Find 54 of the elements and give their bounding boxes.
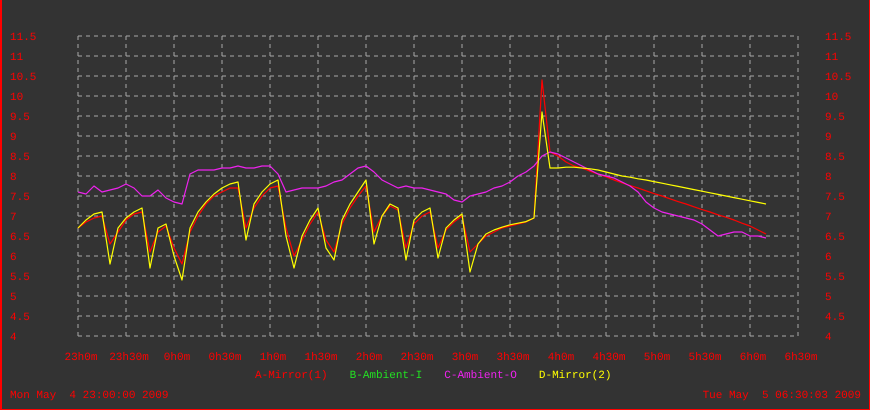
y-axis-label: 5 bbox=[10, 292, 17, 304]
y-axis-label: 11 bbox=[10, 52, 24, 64]
y-axis-label: 6 bbox=[825, 252, 832, 264]
x-axis-label: 23h0m bbox=[64, 352, 98, 364]
y-axis-label: 8.5 bbox=[825, 152, 845, 164]
legend-label: A-Mirror(1) bbox=[255, 368, 328, 384]
y-axis-label: 8.5 bbox=[10, 152, 30, 164]
y-axis-label: 7 bbox=[825, 212, 832, 224]
y-axis-label: 4 bbox=[10, 332, 17, 344]
x-axis-label: 4h0m bbox=[548, 352, 574, 364]
legend-label: B-Ambient-I bbox=[350, 368, 422, 384]
y-axis-label: 4.5 bbox=[825, 312, 845, 324]
y-axis-label: 10.5 bbox=[825, 72, 852, 84]
y-axis-label: 8 bbox=[10, 172, 17, 184]
y-axis-label: 7.5 bbox=[10, 192, 30, 204]
y-axis-label: 9.5 bbox=[10, 112, 30, 124]
x-axis-label: 1h30m bbox=[304, 352, 338, 364]
y-axis-label: 6 bbox=[10, 252, 17, 264]
y-axis-label: 4 bbox=[825, 332, 832, 344]
x-axis-label: 5h0m bbox=[644, 352, 670, 364]
y-axis-label: 7 bbox=[10, 212, 17, 224]
y-axis-label: 9 bbox=[10, 132, 17, 144]
y-axis-label: 5.5 bbox=[825, 272, 845, 284]
x-axis-label: 23h30m bbox=[109, 352, 149, 364]
end-timestamp: Tue May 5 06:30:03 2009 bbox=[702, 388, 861, 404]
x-axis-label: 4h30m bbox=[592, 352, 626, 364]
y-axis-label: 10.5 bbox=[10, 72, 36, 84]
y-axis-label: 10 bbox=[10, 92, 24, 104]
y-axis-label: 11 bbox=[825, 52, 838, 64]
x-axis-label: 3h0m bbox=[452, 352, 478, 364]
x-axis-label: 1h0m bbox=[260, 352, 286, 364]
y-axis-label: 6.5 bbox=[825, 232, 845, 244]
x-axis-label: 6h30m bbox=[784, 352, 818, 364]
y-axis-label: 8 bbox=[825, 172, 832, 184]
y-axis-label: 4.5 bbox=[10, 312, 30, 324]
y-axis-label: 5 bbox=[825, 292, 832, 304]
y-axis-label: 11.5 bbox=[10, 32, 36, 44]
y-axis-label: 10 bbox=[825, 92, 838, 104]
y-axis-label: 7.5 bbox=[825, 192, 845, 204]
y-axis-label: 9 bbox=[825, 132, 832, 144]
legend-label: C-Ambient-O bbox=[444, 368, 517, 384]
x-axis-label: 0h30m bbox=[208, 352, 242, 364]
x-axis-label: 0h0m bbox=[164, 352, 190, 364]
x-axis-label: 2h30m bbox=[400, 352, 434, 364]
legend-label: D-Mirror(2) bbox=[538, 368, 612, 384]
y-axis-label: 6.5 bbox=[10, 232, 30, 244]
x-axis-label: 3h30m bbox=[496, 352, 530, 364]
x-axis-label: 2h0m bbox=[356, 352, 382, 364]
x-axis-label: 5h30m bbox=[688, 352, 722, 364]
y-axis-label: 11.5 bbox=[825, 32, 852, 44]
y-axis-label: 9.5 bbox=[825, 112, 845, 124]
start-timestamp: Mon May 4 23:00:00 2009 bbox=[10, 388, 168, 404]
x-axis-label: 6h0m bbox=[740, 352, 766, 364]
y-axis-label: 5.5 bbox=[10, 272, 30, 284]
